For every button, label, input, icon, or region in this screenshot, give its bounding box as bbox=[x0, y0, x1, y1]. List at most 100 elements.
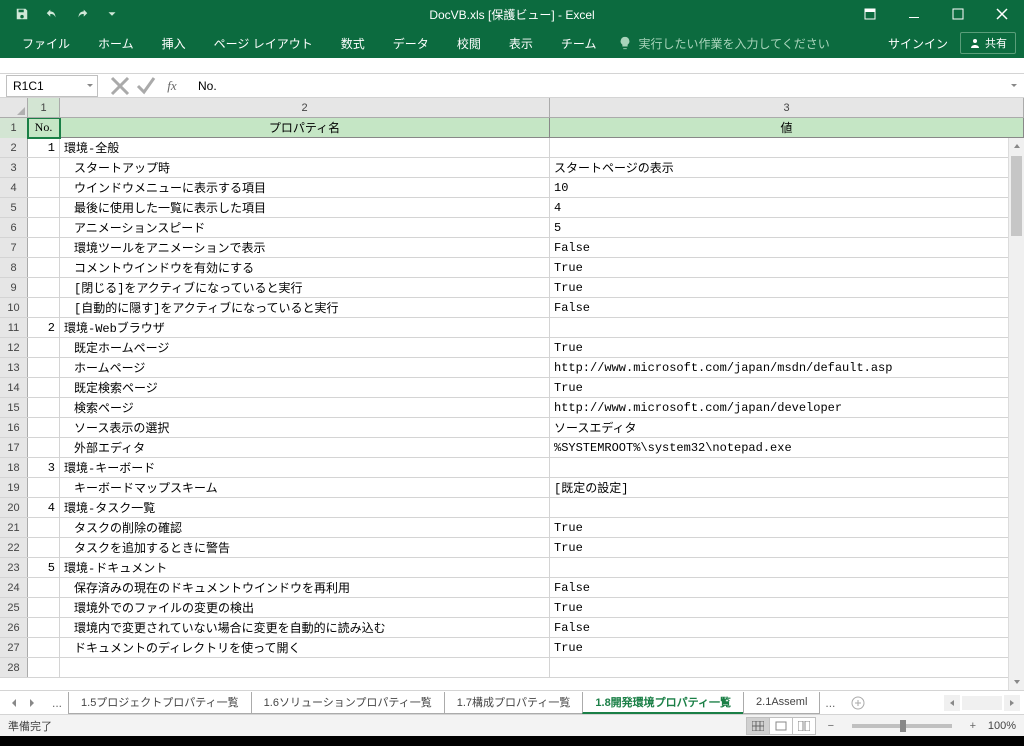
row-header[interactable]: 5 bbox=[0, 198, 28, 217]
cell[interactable] bbox=[60, 658, 550, 677]
hidden-sheets-left[interactable]: ... bbox=[46, 696, 68, 710]
cell-no[interactable] bbox=[28, 478, 60, 497]
tell-me-search[interactable]: 実行したい作業を入力してください bbox=[618, 35, 829, 52]
row-header[interactable]: 25 bbox=[0, 598, 28, 617]
tab-formulas[interactable]: 数式 bbox=[327, 28, 379, 58]
hidden-sheets-right[interactable]: ... bbox=[819, 696, 841, 710]
view-page-break-button[interactable] bbox=[792, 717, 816, 735]
cell-prop[interactable]: ウインドウメニューに表示する項目 bbox=[60, 178, 550, 197]
row-header[interactable]: 16 bbox=[0, 418, 28, 437]
zoom-in-button[interactable]: + bbox=[966, 720, 980, 732]
row-header[interactable]: 20 bbox=[0, 498, 28, 517]
cell-prop[interactable]: 外部エディタ bbox=[60, 438, 550, 457]
tab-view[interactable]: 表示 bbox=[495, 28, 547, 58]
cell-prop[interactable]: ドキュメントのディレクトリを使って開く bbox=[60, 638, 550, 657]
cell-prop[interactable]: [自動的に隠す]をアクティブになっていると実行 bbox=[60, 298, 550, 317]
cell[interactable] bbox=[550, 658, 1024, 677]
share-button[interactable]: 共有 bbox=[960, 32, 1016, 54]
view-page-layout-button[interactable] bbox=[769, 717, 793, 735]
row-header[interactable]: 21 bbox=[0, 518, 28, 537]
cell-no[interactable] bbox=[28, 338, 60, 357]
sheet-tab[interactable]: 1.7構成プロパティ一覧 bbox=[444, 692, 584, 714]
cell-no[interactable]: 2 bbox=[28, 318, 60, 337]
name-box[interactable]: R1C1 bbox=[6, 75, 98, 97]
cell-no[interactable] bbox=[28, 238, 60, 257]
row-header[interactable]: 11 bbox=[0, 318, 28, 337]
select-all-button[interactable] bbox=[0, 98, 28, 117]
row-header[interactable]: 27 bbox=[0, 638, 28, 657]
cell-no[interactable]: 4 bbox=[28, 498, 60, 517]
cell-no[interactable] bbox=[28, 418, 60, 437]
row-header[interactable]: 12 bbox=[0, 338, 28, 357]
cell-header-val[interactable]: 値 bbox=[550, 118, 1024, 138]
cell-prop[interactable]: コメントウインドウを有効にする bbox=[60, 258, 550, 277]
cell-header-prop[interactable]: プロパティ名 bbox=[60, 118, 550, 138]
cell-val[interactable]: http://www.microsoft.com/japan/developer bbox=[550, 398, 1024, 417]
row-header[interactable]: 6 bbox=[0, 218, 28, 237]
cell[interactable] bbox=[28, 658, 60, 677]
cell-val[interactable]: True bbox=[550, 278, 1024, 297]
row-header[interactable]: 7 bbox=[0, 238, 28, 257]
cell-val[interactable]: False bbox=[550, 238, 1024, 257]
cell-val[interactable]: 10 bbox=[550, 178, 1024, 197]
horizontal-scrollbar[interactable] bbox=[962, 696, 1002, 710]
qat-customize-button[interactable] bbox=[98, 2, 126, 26]
row-header[interactable]: 10 bbox=[0, 298, 28, 317]
cell-prop[interactable]: 環境-キーボード bbox=[60, 458, 550, 477]
cell-val[interactable]: False bbox=[550, 618, 1024, 637]
cell-no[interactable] bbox=[28, 398, 60, 417]
tab-file[interactable]: ファイル bbox=[8, 28, 84, 58]
row-header[interactable]: 22 bbox=[0, 538, 28, 557]
row-header[interactable]: 9 bbox=[0, 278, 28, 297]
zoom-slider[interactable] bbox=[852, 724, 952, 728]
cell-no[interactable] bbox=[28, 618, 60, 637]
cell-no[interactable] bbox=[28, 578, 60, 597]
scroll-thumb[interactable] bbox=[1011, 156, 1022, 236]
undo-button[interactable] bbox=[38, 2, 66, 26]
row-header[interactable]: 23 bbox=[0, 558, 28, 577]
chevron-down-icon[interactable] bbox=[85, 79, 95, 93]
cell-no[interactable] bbox=[28, 598, 60, 617]
hscroll-right[interactable] bbox=[1004, 695, 1020, 711]
cell-no[interactable] bbox=[28, 378, 60, 397]
zoom-thumb[interactable] bbox=[900, 720, 906, 732]
row-header[interactable]: 18 bbox=[0, 458, 28, 477]
cell-val[interactable]: [既定の設定] bbox=[550, 478, 1024, 497]
cell-no[interactable] bbox=[28, 198, 60, 217]
scroll-up-button[interactable] bbox=[1009, 138, 1024, 154]
row-header[interactable]: 1 bbox=[0, 118, 28, 138]
cell-no[interactable] bbox=[28, 158, 60, 177]
tab-home[interactable]: ホーム bbox=[84, 28, 148, 58]
close-button[interactable] bbox=[980, 0, 1024, 28]
cell-no[interactable] bbox=[28, 638, 60, 657]
cell-no[interactable] bbox=[28, 358, 60, 377]
cell-no[interactable] bbox=[28, 278, 60, 297]
cell-no[interactable] bbox=[28, 538, 60, 557]
cell-val[interactable] bbox=[550, 318, 1024, 337]
cell-no[interactable]: 1 bbox=[28, 138, 60, 157]
cell-no[interactable] bbox=[28, 218, 60, 237]
cell-header-no[interactable]: No. bbox=[28, 118, 60, 138]
cell-prop[interactable]: 環境-Webブラウザ bbox=[60, 318, 550, 337]
row-header[interactable]: 8 bbox=[0, 258, 28, 277]
enter-formula-button[interactable] bbox=[134, 76, 158, 96]
cell-prop[interactable]: 保存済みの現在のドキュメントウインドウを再利用 bbox=[60, 578, 550, 597]
redo-button[interactable] bbox=[68, 2, 96, 26]
cell-val[interactable]: ソースエディタ bbox=[550, 418, 1024, 437]
cell-no[interactable] bbox=[28, 258, 60, 277]
cell-val[interactable]: True bbox=[550, 378, 1024, 397]
cell-no[interactable] bbox=[28, 438, 60, 457]
row-header[interactable]: 28 bbox=[0, 658, 28, 677]
cell-prop[interactable]: 環境外でのファイルの変更の検出 bbox=[60, 598, 550, 617]
cell-prop[interactable]: 最後に使用した一覧に表示した項目 bbox=[60, 198, 550, 217]
cell-val[interactable]: False bbox=[550, 298, 1024, 317]
row-header[interactable]: 17 bbox=[0, 438, 28, 457]
tab-review[interactable]: 校閲 bbox=[443, 28, 495, 58]
cell-val[interactable] bbox=[550, 498, 1024, 517]
row-header[interactable]: 26 bbox=[0, 618, 28, 637]
cell-no[interactable]: 3 bbox=[28, 458, 60, 477]
cell-no[interactable] bbox=[28, 518, 60, 537]
sign-in-link[interactable]: サインイン bbox=[888, 35, 948, 52]
row-header[interactable]: 24 bbox=[0, 578, 28, 597]
vertical-scrollbar[interactable] bbox=[1008, 138, 1024, 690]
